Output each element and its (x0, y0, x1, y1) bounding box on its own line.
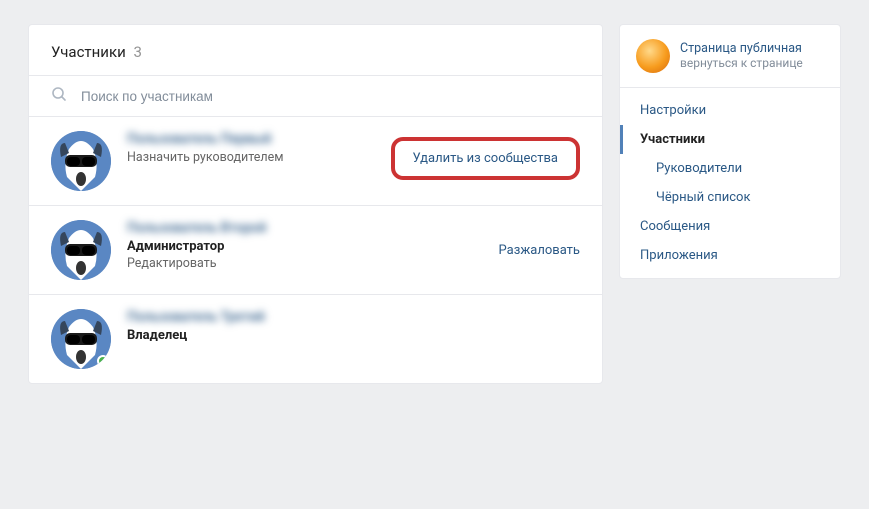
member-secondary-action[interactable]: Назначить руководителем (127, 150, 391, 165)
nav-item[interactable]: Участники (620, 125, 840, 154)
demote-button[interactable]: Разжаловать (499, 243, 580, 258)
title-text: Участники (51, 43, 126, 61)
sidebar: Страница публичная вернуться к странице … (619, 24, 841, 279)
member-name-link[interactable]: Пользователь Второй (127, 220, 499, 236)
community-back-link[interactable]: вернуться к странице (680, 56, 803, 71)
member-role-label: Владелец (127, 328, 580, 343)
sidebar-nav: НастройкиУчастникиРуководителиЧёрный спи… (620, 88, 840, 278)
members-count: 3 (133, 43, 141, 61)
community-avatar[interactable] (636, 39, 670, 73)
sidebar-header: Страница публичная вернуться к странице (620, 25, 840, 88)
nav-item[interactable]: Приложения (620, 241, 840, 270)
nav-item[interactable]: Сообщения (620, 212, 840, 241)
community-title-link[interactable]: Страница публичная (680, 41, 803, 57)
members-panel: Участники 3 Пользователь Первый Назначить… (28, 24, 603, 384)
member-item: Пользователь Первый Назначить руководител… (29, 117, 602, 206)
online-indicator-icon (97, 355, 109, 367)
member-role-label: Администратор (127, 239, 499, 254)
member-secondary-action[interactable]: Редактировать (127, 256, 499, 271)
member-avatar[interactable] (51, 309, 111, 369)
member-avatar[interactable] (51, 220, 111, 280)
member-info: Пользователь Первый Назначить руководител… (127, 131, 391, 165)
nav-item[interactable]: Руководители (620, 154, 840, 183)
member-name-link[interactable]: Пользователь Первый (127, 131, 391, 147)
nav-item[interactable]: Настройки (620, 96, 840, 125)
member-avatar[interactable] (51, 131, 111, 191)
nav-item[interactable]: Чёрный список (620, 183, 840, 212)
search-icon (51, 86, 67, 106)
member-info: Пользователь Третий Владелец (127, 309, 580, 345)
remove-from-community-button[interactable]: Удалить из сообщества (391, 137, 580, 180)
search-row (29, 76, 602, 117)
member-name-link[interactable]: Пользователь Третий (127, 309, 580, 325)
member-item: Пользователь Третий Владелец (29, 295, 602, 383)
page-title: Участники 3 (51, 43, 580, 61)
member-info: Пользователь Второй Администратор Редактир… (127, 220, 499, 271)
panel-header: Участники 3 (29, 25, 602, 76)
member-item: Пользователь Второй Администратор Редактир… (29, 206, 602, 295)
search-input[interactable] (81, 89, 580, 104)
